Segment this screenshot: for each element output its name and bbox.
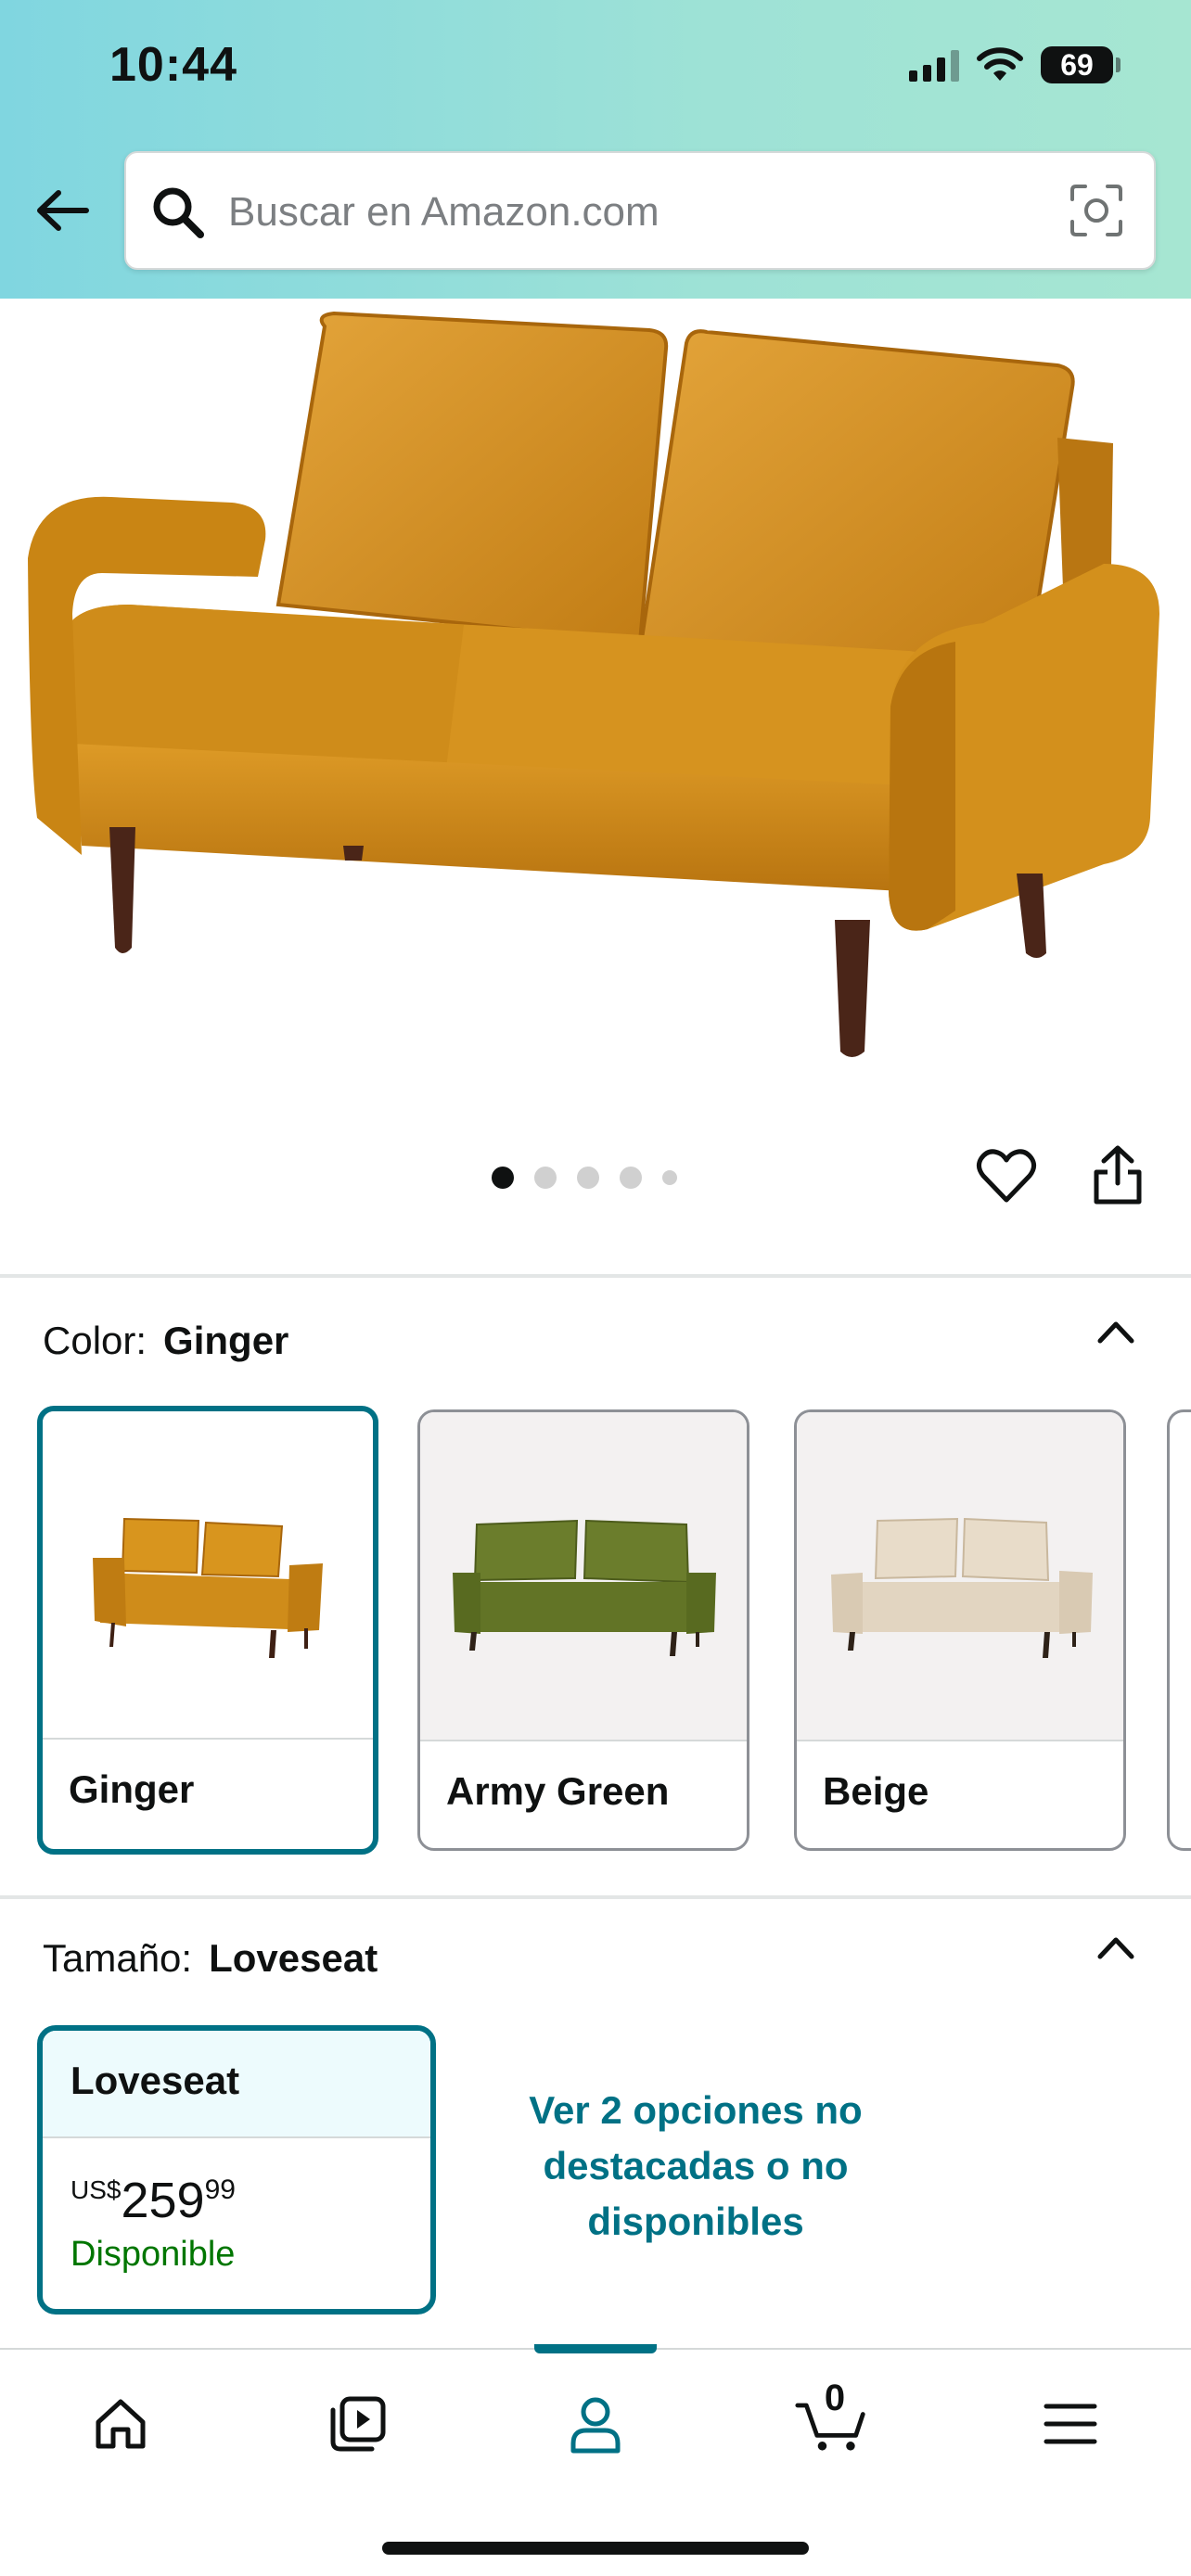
color-option-army-green[interactable]: Army Green	[417, 1409, 749, 1851]
sofa-thumbnail	[453, 1519, 716, 1656]
sofa-thumbnail	[93, 1517, 323, 1658]
search-input[interactable]	[228, 183, 998, 242]
battery-icon: 69	[1041, 46, 1121, 83]
product-image[interactable]	[0, 299, 1191, 1096]
size-label-text: Tamaño:	[43, 1936, 193, 1980]
share-button[interactable]	[1087, 1142, 1148, 1207]
nav-profile[interactable]	[558, 2387, 633, 2461]
color-option-name: Beige	[823, 1769, 929, 1813]
active-tab-indicator	[534, 2344, 657, 2353]
cart-count-badge: 0	[824, 2378, 846, 2418]
size-option-price: US$25999	[43, 2138, 430, 2229]
color-option-ginger[interactable]: Ginger	[37, 1406, 378, 1855]
sofa-thumbnail	[831, 1517, 1093, 1658]
profile-icon	[570, 2397, 621, 2454]
home-indicator	[382, 2542, 809, 2555]
search-bar[interactable]	[124, 151, 1156, 270]
color-selected-value: Ginger	[163, 1319, 289, 1362]
hamburger-menu-icon	[1044, 2404, 1097, 2444]
color-option-name: Army Green	[446, 1769, 670, 1813]
size-option-loveseat[interactable]: Loveseat US$25999 Disponible	[37, 2025, 436, 2315]
image-carousel-dots[interactable]	[492, 1167, 677, 1189]
nav-cart[interactable]: 0	[794, 2378, 868, 2461]
color-thumbnail	[420, 1412, 747, 1741]
color-option-more[interactable]	[1167, 1409, 1191, 1851]
divider	[0, 1895, 1191, 1899]
wifi-icon	[977, 47, 1023, 81]
nav-menu[interactable]	[1033, 2387, 1108, 2461]
cellular-signal-icon	[909, 48, 959, 82]
sofa-image	[28, 311, 1159, 1057]
carousel-dot[interactable]	[534, 1167, 557, 1189]
size-label: Tamaño: Loveseat	[43, 1936, 378, 1981]
home-icon	[96, 2399, 146, 2449]
camera-search-button[interactable]	[1067, 181, 1126, 240]
nav-video[interactable]	[321, 2387, 395, 2461]
chevron-up-icon[interactable]	[1093, 1925, 1139, 1971]
see-more-options-link[interactable]: Ver 2 opciones no destacadas o no dispon…	[482, 2083, 909, 2250]
color-thumbnail	[43, 1411, 373, 1740]
add-to-list-button[interactable]	[976, 1146, 1037, 1207]
nav-home[interactable]	[83, 2387, 158, 2461]
camera-icon	[1070, 185, 1122, 236]
color-label-text: Color:	[43, 1319, 147, 1362]
color-option-name: Ginger	[69, 1767, 195, 1811]
back-button[interactable]	[28, 176, 96, 245]
carousel-dot[interactable]	[577, 1167, 599, 1189]
size-selected-value: Loveseat	[209, 1936, 378, 1980]
color-label: Color: Ginger	[43, 1319, 288, 1363]
color-option-beige[interactable]: Beige	[794, 1409, 1126, 1851]
price-cents: 99	[204, 2174, 236, 2205]
status-icons: 69	[909, 46, 1121, 83]
chevron-up-icon[interactable]	[1093, 1309, 1139, 1356]
carousel-dot[interactable]	[492, 1167, 514, 1189]
video-library-icon	[330, 2396, 386, 2452]
availability-status: Disponible	[70, 2235, 236, 2274]
share-icon	[1094, 1145, 1142, 1205]
carousel-dot[interactable]	[620, 1167, 642, 1189]
size-option-name: Loveseat	[43, 2031, 430, 2138]
color-thumbnail	[797, 1412, 1123, 1741]
carousel-dot[interactable]	[662, 1170, 677, 1185]
divider	[0, 1274, 1191, 1278]
heart-icon	[976, 1149, 1037, 1203]
price-currency: US$	[70, 2175, 122, 2204]
app-header: 10:44 69	[0, 0, 1191, 299]
search-icon	[153, 187, 204, 238]
arrow-left-icon	[37, 190, 89, 231]
price-whole: 259	[121, 2173, 205, 2228]
status-time: 10:44	[109, 38, 237, 92]
